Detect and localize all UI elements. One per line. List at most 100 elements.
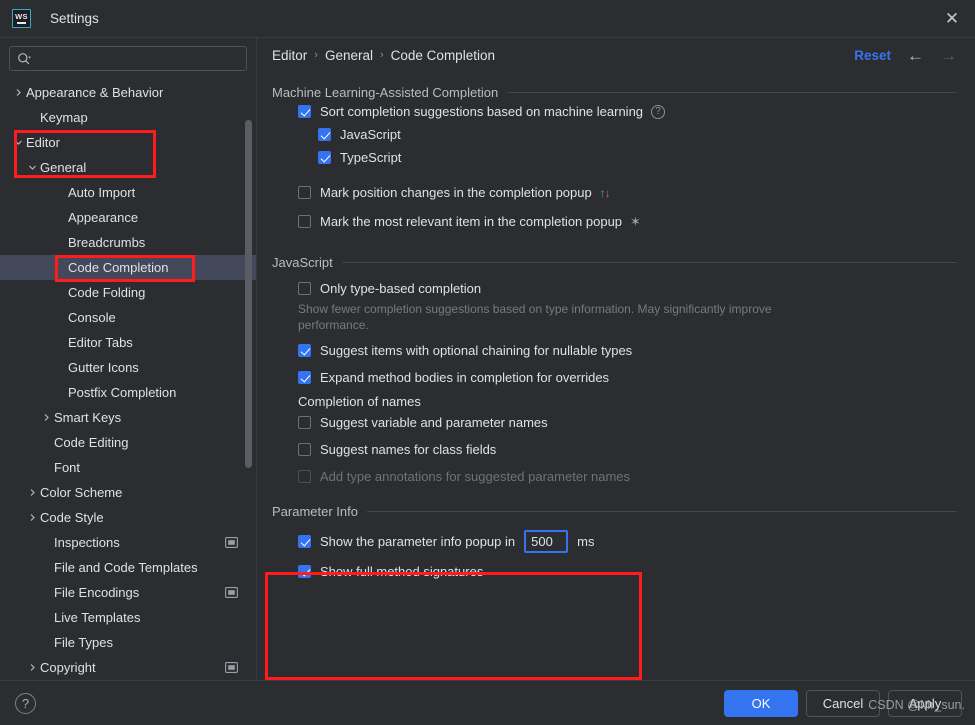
completion-of-names-label: Completion of names bbox=[298, 394, 421, 409]
sidebar-item-appearance[interactable]: Appearance bbox=[0, 205, 256, 230]
sidebar-item-font[interactable]: Font bbox=[0, 455, 256, 480]
checkbox-indicator[interactable] bbox=[298, 443, 311, 456]
sidebar-item-code-style[interactable]: Code Style bbox=[0, 505, 256, 530]
section-header: JavaScript bbox=[272, 255, 957, 270]
sidebar-item-inspections[interactable]: Inspections bbox=[0, 530, 256, 555]
parameter-info-delay-input[interactable] bbox=[524, 530, 569, 553]
checkbox-indicator[interactable] bbox=[298, 416, 311, 429]
chevron-right-icon[interactable] bbox=[10, 88, 26, 97]
checkbox-indicator[interactable] bbox=[298, 282, 311, 295]
checkbox-label: Sort completion suggestions based on mac… bbox=[320, 104, 644, 119]
checkbox-label: Add type annotations for suggested param… bbox=[320, 469, 631, 484]
sidebar-item-label: Appearance bbox=[68, 210, 139, 225]
sidebar-item-appearance-behavior[interactable]: Appearance & Behavior bbox=[0, 80, 256, 105]
checkbox-label: Suggest items with optional chaining for… bbox=[320, 343, 633, 358]
checkbox-label: Suggest names for class fields bbox=[320, 442, 497, 457]
checkbox-suggest-variable-names[interactable]: Suggest variable and parameter names bbox=[298, 411, 957, 434]
checkbox-indicator[interactable] bbox=[298, 565, 311, 578]
checkbox-add-type-annotations: Add type annotations for suggested param… bbox=[298, 465, 957, 488]
project-scope-icon bbox=[225, 537, 238, 548]
checkbox-show-parameter-info-popup[interactable]: Show the parameter info popup in ms bbox=[298, 528, 957, 555]
checkbox-ml-javascript[interactable]: JavaScript bbox=[318, 123, 957, 146]
checkbox-sort-completion-suggestions[interactable]: Sort completion suggestions based on mac… bbox=[298, 100, 957, 123]
sidebar-item-label: Appearance & Behavior bbox=[26, 85, 164, 100]
sidebar-item-code-completion[interactable]: Code Completion bbox=[0, 255, 256, 280]
sidebar-item-label: Copyright bbox=[40, 660, 96, 675]
ok-button[interactable]: OK bbox=[724, 689, 798, 717]
checkbox-label: JavaScript bbox=[340, 127, 401, 142]
sidebar-item-auto-import[interactable]: Auto Import bbox=[0, 180, 256, 205]
checkbox-show-full-method-signatures[interactable]: Show full method signatures bbox=[298, 560, 957, 583]
checkbox-label: Mark the most relevant item in the compl… bbox=[320, 214, 623, 229]
sidebar-item-editor[interactable]: Editor bbox=[0, 130, 256, 155]
sidebar-scrollbar-thumb[interactable] bbox=[245, 120, 252, 468]
arrow-right-icon[interactable]: → bbox=[940, 47, 957, 64]
sidebar-item-file-and-code-templates[interactable]: File and Code Templates bbox=[0, 555, 256, 580]
section-divider bbox=[367, 511, 957, 512]
chevron-right-icon[interactable] bbox=[24, 663, 40, 672]
checkbox-indicator[interactable] bbox=[298, 371, 311, 384]
sidebar-item-code-editing[interactable]: Code Editing bbox=[0, 430, 256, 455]
checkbox-indicator[interactable] bbox=[318, 151, 331, 164]
checkbox-indicator[interactable] bbox=[298, 215, 311, 228]
sidebar-item-copyright[interactable]: Copyright bbox=[0, 655, 256, 680]
checkbox-indicator[interactable] bbox=[298, 105, 311, 118]
checkbox-label: Mark position changes in the completion … bbox=[320, 185, 592, 200]
close-icon[interactable]: ✕ bbox=[939, 6, 965, 32]
settings-tree: Appearance & Behavior Keymap Editor General… bbox=[0, 80, 256, 680]
checkbox-indicator bbox=[298, 470, 311, 483]
sidebar-item-console[interactable]: Console bbox=[0, 305, 256, 330]
project-scope-icon bbox=[225, 662, 238, 673]
checkbox-label: Suggest variable and parameter names bbox=[320, 415, 548, 430]
sidebar-item-color-scheme[interactable]: Color Scheme bbox=[0, 480, 256, 505]
search-input[interactable] bbox=[35, 51, 239, 66]
breadcrumb-item-editor[interactable]: Editor bbox=[272, 48, 307, 63]
chevron-right-icon[interactable] bbox=[38, 413, 54, 422]
help-icon[interactable]: ? bbox=[651, 104, 666, 119]
webstorm-logo-text: WS bbox=[15, 12, 28, 22]
sidebar-item-file-types[interactable]: File Types bbox=[0, 630, 256, 655]
checkbox-suggest-class-field-names[interactable]: Suggest names for class fields bbox=[298, 438, 957, 461]
checkbox-indicator[interactable] bbox=[298, 344, 311, 357]
checkbox-mark-most-relevant-item[interactable]: Mark the most relevant item in the compl… bbox=[298, 210, 957, 233]
breadcrumb-item-general[interactable]: General bbox=[325, 48, 373, 63]
sidebar-item-keymap[interactable]: Keymap bbox=[0, 105, 256, 130]
checkbox-mark-position-changes[interactable]: Mark position changes in the completion … bbox=[298, 181, 957, 204]
reset-button[interactable]: Reset bbox=[854, 48, 891, 63]
section-title: Parameter Info bbox=[272, 504, 358, 519]
checkbox-indicator[interactable] bbox=[298, 186, 311, 199]
star-icon: ✶ bbox=[630, 213, 641, 229]
checkbox-optional-chaining[interactable]: Suggest items with optional chaining for… bbox=[298, 339, 957, 362]
sidebar-item-label: Code Style bbox=[40, 510, 104, 525]
apply-button[interactable]: Apply bbox=[888, 689, 962, 717]
chevron-right-icon[interactable] bbox=[24, 513, 40, 522]
search-area bbox=[0, 38, 256, 77]
chevron-down-icon[interactable] bbox=[24, 163, 40, 172]
sidebar-item-postfix-completion[interactable]: Postfix Completion bbox=[0, 380, 256, 405]
checkbox-expand-method-bodies[interactable]: Expand method bodies in completion for o… bbox=[298, 366, 957, 389]
sidebar-scrollbar[interactable] bbox=[244, 80, 253, 680]
sidebar-item-file-encodings[interactable]: File Encodings bbox=[0, 580, 256, 605]
sidebar-item-label: File Types bbox=[54, 635, 114, 650]
arrow-left-icon[interactable]: ← bbox=[907, 47, 924, 64]
sidebar-item-general[interactable]: General bbox=[0, 155, 256, 180]
cancel-button[interactable]: Cancel bbox=[806, 689, 880, 717]
sidebar-item-breadcrumbs[interactable]: Breadcrumbs bbox=[0, 230, 256, 255]
checkbox-only-type-based-completion[interactable]: Only type-based completion bbox=[298, 277, 957, 300]
sidebar-item-editor-tabs[interactable]: Editor Tabs bbox=[0, 330, 256, 355]
sidebar-item-live-templates[interactable]: Live Templates bbox=[0, 605, 256, 630]
checkbox-indicator[interactable] bbox=[298, 535, 311, 548]
sidebar-item-code-folding[interactable]: Code Folding bbox=[0, 280, 256, 305]
checkbox-indicator[interactable] bbox=[318, 128, 331, 141]
help-icon[interactable]: ? bbox=[15, 692, 36, 714]
checkbox-ml-typescript[interactable]: TypeScript bbox=[318, 146, 957, 169]
sidebar-item-smart-keys[interactable]: Smart Keys bbox=[0, 405, 256, 430]
sidebar-item-label: Console bbox=[68, 310, 116, 325]
breadcrumb: Editor › General › Code Completion bbox=[272, 48, 495, 63]
sidebar-item-label: Color Scheme bbox=[40, 485, 123, 500]
sidebar-item-gutter-icons[interactable]: Gutter Icons bbox=[0, 355, 256, 380]
chevron-right-icon[interactable] bbox=[24, 488, 40, 497]
chevron-down-icon[interactable] bbox=[10, 138, 26, 147]
checkbox-label: TypeScript bbox=[340, 150, 402, 165]
search-box[interactable] bbox=[9, 46, 247, 71]
